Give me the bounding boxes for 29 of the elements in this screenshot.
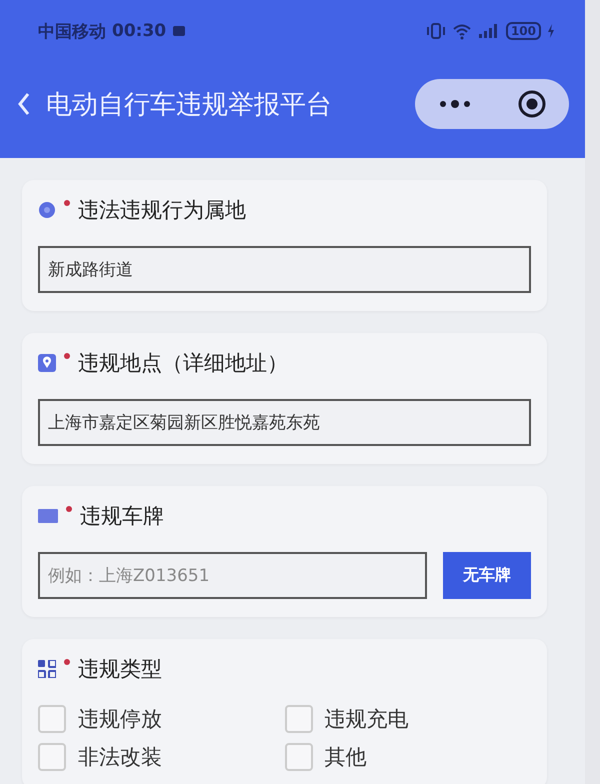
wifi-icon xyxy=(452,22,472,40)
checkbox[interactable] xyxy=(284,705,312,733)
battery-level: 100 xyxy=(506,22,541,40)
no-plate-button[interactable]: 无车牌 xyxy=(443,552,531,599)
plate-icon xyxy=(38,509,58,523)
option-label[interactable]: 其他 xyxy=(324,743,366,771)
location-dot-icon xyxy=(38,201,56,219)
carrier-name: 中国移动 xyxy=(38,20,106,42)
status-time: 00:30 xyxy=(112,21,166,41)
field-label: 违规地点（详细地址） xyxy=(78,350,288,377)
input-field[interactable]: 新成路街道 xyxy=(38,246,531,293)
checkbox[interactable] xyxy=(38,705,66,733)
checkbox[interactable] xyxy=(38,743,66,771)
option-label[interactable]: 违规停放 xyxy=(78,705,162,733)
back-icon[interactable] xyxy=(16,90,32,118)
map-pin-icon xyxy=(38,354,56,372)
checkbox[interactable] xyxy=(284,743,312,771)
more-icon[interactable] xyxy=(437,98,473,110)
grid-icon xyxy=(38,660,56,678)
signal-icon xyxy=(478,23,500,39)
field-label: 违规类型 xyxy=(78,656,162,683)
option-label[interactable]: 违规充电 xyxy=(324,705,408,733)
input-field[interactable]: 上海市嘉定区菊园新区胜悦嘉苑东苑 xyxy=(38,399,531,446)
page-title: 电动自行车违规举报平台 xyxy=(46,88,332,122)
charging-icon xyxy=(547,24,555,38)
vibrate-icon xyxy=(426,23,446,39)
field-label: 违法违规行为属地 xyxy=(78,197,246,224)
option-label[interactable]: 非法改装 xyxy=(78,743,162,771)
field-label: 违规车牌 xyxy=(80,503,164,530)
